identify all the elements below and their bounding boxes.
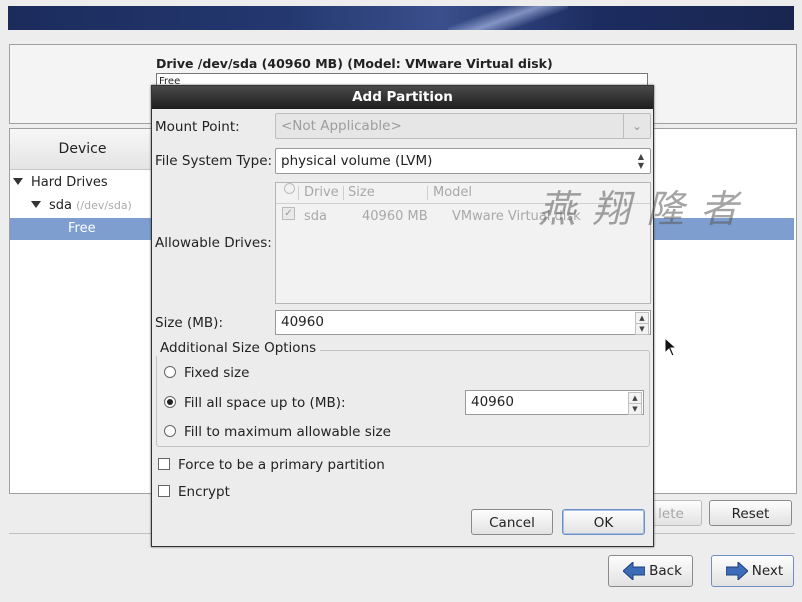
- back-button[interactable]: Back: [608, 555, 693, 587]
- next-label: Next: [751, 563, 784, 579]
- force-primary-label: Force to be a primary partition: [178, 457, 385, 473]
- size-value: 40960: [281, 314, 324, 330]
- allowable-drives-label: Allowable Drives:: [155, 235, 272, 251]
- tree-sublabel: (/dev/sda): [76, 199, 132, 212]
- back-label: Back: [649, 563, 682, 579]
- mouse-cursor-icon: [664, 336, 678, 361]
- drive-column-header[interactable]: Drive: [304, 183, 339, 203]
- ok-button[interactable]: OK: [562, 509, 645, 535]
- expander-down-icon[interactable]: [13, 178, 23, 185]
- option-fill-max-label: Fill to maximum allowable size: [184, 424, 391, 440]
- add-partition-dialog: Add Partition Mount Point: <Not Applicab…: [151, 85, 654, 547]
- size-column-header[interactable]: Size: [348, 183, 375, 203]
- radio-fill-upto[interactable]: [164, 396, 176, 408]
- force-primary-checkbox[interactable]: Force to be a primary partition: [158, 457, 385, 473]
- chevron-down-icon[interactable]: ⌄: [623, 114, 650, 138]
- arrow-right-icon: [725, 562, 748, 580]
- option-fill-max[interactable]: Fill to maximum allowable size: [164, 424, 391, 440]
- radio-fill-max[interactable]: [164, 425, 176, 437]
- tree-label: Hard Drives: [31, 175, 108, 190]
- tree-label: sda: [49, 198, 72, 213]
- additional-size-options-title: Additional Size Options: [156, 340, 321, 356]
- fs-type-combo[interactable]: physical volume (LVM) ▲ ▼: [275, 148, 651, 174]
- fill-upto-input[interactable]: 40960 ▲ ▼: [465, 390, 644, 415]
- checkbox-force-primary[interactable]: [158, 458, 170, 470]
- option-fixed-label: Fixed size: [184, 365, 250, 381]
- watermark-text: 燕 翔 隆 者: [538, 187, 741, 231]
- radio-fixed[interactable]: [164, 366, 176, 378]
- expander-down-icon[interactable]: [31, 201, 41, 208]
- decrement-icon[interactable]: ▼: [628, 403, 642, 415]
- option-fill-upto[interactable]: Fill all space up to (MB):: [164, 395, 346, 411]
- banner-decoration: [448, 6, 568, 30]
- arrow-left-icon: [623, 562, 646, 580]
- dialog-title: Add Partition: [152, 86, 653, 109]
- reset-button[interactable]: Reset: [709, 500, 792, 526]
- tree-item-hard-drives[interactable]: Hard Drives: [10, 172, 158, 194]
- mount-point-label: Mount Point:: [155, 119, 240, 135]
- next-button[interactable]: Next: [711, 555, 794, 587]
- updown-icon[interactable]: ▲ ▼: [636, 152, 646, 170]
- checkbox-encrypt[interactable]: [158, 485, 170, 497]
- option-fill-upto-label: Fill all space up to (MB):: [184, 395, 346, 411]
- size-input[interactable]: 40960 ▲ ▼: [275, 310, 651, 335]
- tree-label: Free: [68, 221, 96, 236]
- encrypt-label: Encrypt: [178, 484, 230, 500]
- header-banner: [8, 6, 794, 30]
- fs-type-value: physical volume (LVM): [281, 153, 433, 169]
- option-fixed-size[interactable]: Fixed size: [164, 365, 249, 381]
- mount-point-value: <Not Applicable>: [281, 118, 402, 134]
- cancel-button[interactable]: Cancel: [471, 509, 553, 535]
- fill-upto-value: 40960: [471, 394, 514, 410]
- model-column-header[interactable]: Model: [433, 183, 472, 203]
- fs-type-label: File System Type:: [155, 153, 273, 169]
- size-label: Size (MB):: [155, 315, 223, 331]
- size-cell: 40960 MB: [362, 209, 428, 224]
- drive-cell: sda: [304, 209, 327, 224]
- decrement-icon[interactable]: ▼: [635, 323, 649, 335]
- device-column-header[interactable]: Device: [10, 129, 155, 170]
- mount-point-combo[interactable]: <Not Applicable> ⌄: [275, 113, 651, 139]
- drive-title: Drive /dev/sda (40960 MB) (Model: VMware…: [156, 56, 553, 71]
- encrypt-checkbox[interactable]: Encrypt: [158, 484, 230, 500]
